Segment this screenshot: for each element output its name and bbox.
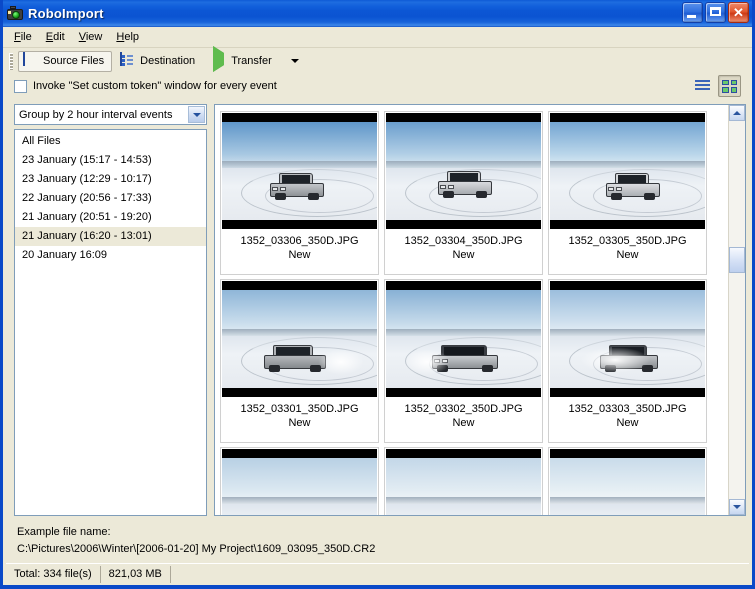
thumbnail-filename: 1352_03305_350D.JPG	[568, 235, 686, 247]
destination-label: Destination	[140, 55, 195, 67]
thumbnails-scrollbar[interactable]	[728, 105, 745, 515]
example-filename-panel: Example file name: C:\Pictures\2006\Wint…	[6, 518, 749, 564]
details-view-button[interactable]	[691, 75, 714, 97]
thumbnail-status: New	[404, 416, 522, 430]
example-caption: Example file name:	[17, 524, 749, 541]
thumbnail-filename: 1352_03304_350D.JPG	[404, 235, 522, 247]
list-item[interactable]: 23 January (12:29 - 10:17)	[15, 170, 206, 189]
list-item[interactable]: All Files	[15, 132, 206, 151]
list-item[interactable]: 20 January 16:09	[15, 246, 206, 265]
thumbnail-item[interactable]: 1352_03303_350D.JPG New	[548, 279, 707, 443]
minimize-button[interactable]	[682, 2, 703, 23]
thumbnail-image	[386, 449, 541, 515]
menu-edit[interactable]: Edit	[39, 29, 72, 45]
camera-icon	[7, 6, 23, 22]
thumbnail-item[interactable]	[384, 447, 543, 515]
thumbnails-icon	[722, 80, 737, 93]
events-pane: Group by 2 hour interval events All File…	[14, 104, 207, 516]
thumbnail-filename: 1352_03301_350D.JPG	[240, 403, 358, 415]
source-files-label: Source Files	[43, 55, 104, 67]
grouping-dropdown[interactable]: Group by 2 hour interval events	[14, 104, 207, 125]
options-row: Invoke "Set custom token" window for eve…	[3, 74, 752, 98]
thumbnails-grid: 1352_03306_350D.JPG New	[215, 105, 728, 515]
close-button[interactable]: ✕	[728, 2, 749, 23]
menu-view[interactable]: View	[72, 29, 110, 45]
thumbnail-item[interactable]: 1352_03304_350D.JPG New	[384, 111, 543, 275]
source-files-button[interactable]: Source Files	[18, 51, 112, 72]
thumbnail-image	[550, 449, 705, 515]
thumbnail-image	[550, 281, 705, 397]
thumbnail-status: New	[240, 248, 358, 262]
status-size: 821,03 MB	[101, 566, 171, 583]
toolbar: Source Files Destination Transfer	[3, 48, 752, 74]
transfer-dropdown-arrow-icon[interactable]	[291, 59, 299, 63]
thumbnail-item[interactable]	[548, 447, 707, 515]
toolbar-grip[interactable]	[9, 53, 13, 70]
scroll-up-button[interactable]	[729, 105, 745, 121]
grouping-value: Group by 2 hour interval events	[19, 109, 172, 121]
main-body: Group by 2 hour interval events All File…	[6, 104, 749, 516]
thumbnail-image	[222, 449, 377, 515]
window-controls: ✕	[682, 2, 749, 23]
thumbnail-item[interactable]	[220, 447, 379, 515]
titlebar: RoboImport ✕	[3, 0, 752, 27]
thumbnails-view-button[interactable]	[718, 75, 741, 97]
invoke-token-label: Invoke "Set custom token" window for eve…	[33, 80, 277, 92]
thumbnail-filename: 1352_03303_350D.JPG	[568, 403, 686, 415]
thumbnails-pane: 1352_03306_350D.JPG New	[214, 104, 746, 516]
list-item[interactable]: 23 January (15:17 - 14:53)	[15, 151, 206, 170]
menu-help[interactable]: Help	[109, 29, 146, 45]
thumbnail-item[interactable]: 1352_03302_350D.JPG New	[384, 279, 543, 443]
statusbar: Total: 334 file(s) 821,03 MB	[6, 563, 749, 585]
thumbnail-item[interactable]: 1352_03306_350D.JPG New	[220, 111, 379, 275]
robo-import-window: RoboImport ✕ File Edit View Help Source …	[0, 0, 755, 589]
list-icon	[695, 80, 710, 92]
window-title: RoboImport	[28, 6, 104, 21]
invoke-token-checkbox[interactable]	[14, 80, 27, 93]
thumbnail-image	[222, 113, 377, 229]
menubar: File Edit View Help	[3, 27, 752, 48]
thumbnail-filename: 1352_03306_350D.JPG	[240, 235, 358, 247]
thumbnail-image	[386, 113, 541, 229]
events-list[interactable]: All Files 23 January (15:17 - 14:53) 23 …	[14, 129, 207, 516]
chevron-down-icon[interactable]	[188, 106, 205, 123]
thumbnail-status: New	[568, 248, 686, 262]
transfer-label: Transfer	[231, 55, 272, 67]
thumbnail-status: New	[240, 416, 358, 430]
scrollbar-thumb[interactable]	[729, 247, 745, 273]
example-path: C:\Pictures\2006\Winter\[2006-01-20] My …	[17, 541, 749, 558]
thumbnail-item[interactable]: 1352_03305_350D.JPG New	[548, 111, 707, 275]
thumbnail-filename: 1352_03302_350D.JPG	[404, 403, 522, 415]
thumbnail-image	[222, 281, 377, 397]
grid-icon	[23, 53, 39, 69]
scroll-down-button[interactable]	[729, 499, 745, 515]
maximize-button[interactable]	[705, 2, 726, 23]
play-icon	[211, 53, 227, 69]
menu-file[interactable]: File	[7, 29, 39, 45]
thumbnail-item[interactable]: 1352_03301_350D.JPG New	[220, 279, 379, 443]
thumbnail-image	[386, 281, 541, 397]
view-mode-buttons	[691, 75, 741, 97]
destination-button[interactable]: Destination	[115, 51, 203, 72]
list-item-selected[interactable]: 21 January (16:20 - 13:01)	[15, 227, 206, 246]
destination-icon	[120, 53, 136, 69]
list-item[interactable]: 22 January (20:56 - 17:33)	[15, 189, 206, 208]
status-total: Total: 334 file(s)	[6, 566, 101, 583]
thumbnail-image	[550, 113, 705, 229]
transfer-button[interactable]: Transfer	[206, 51, 280, 72]
thumbnail-status: New	[404, 248, 522, 262]
list-item[interactable]: 21 January (20:51 - 19:20)	[15, 208, 206, 227]
thumbnail-status: New	[568, 416, 686, 430]
